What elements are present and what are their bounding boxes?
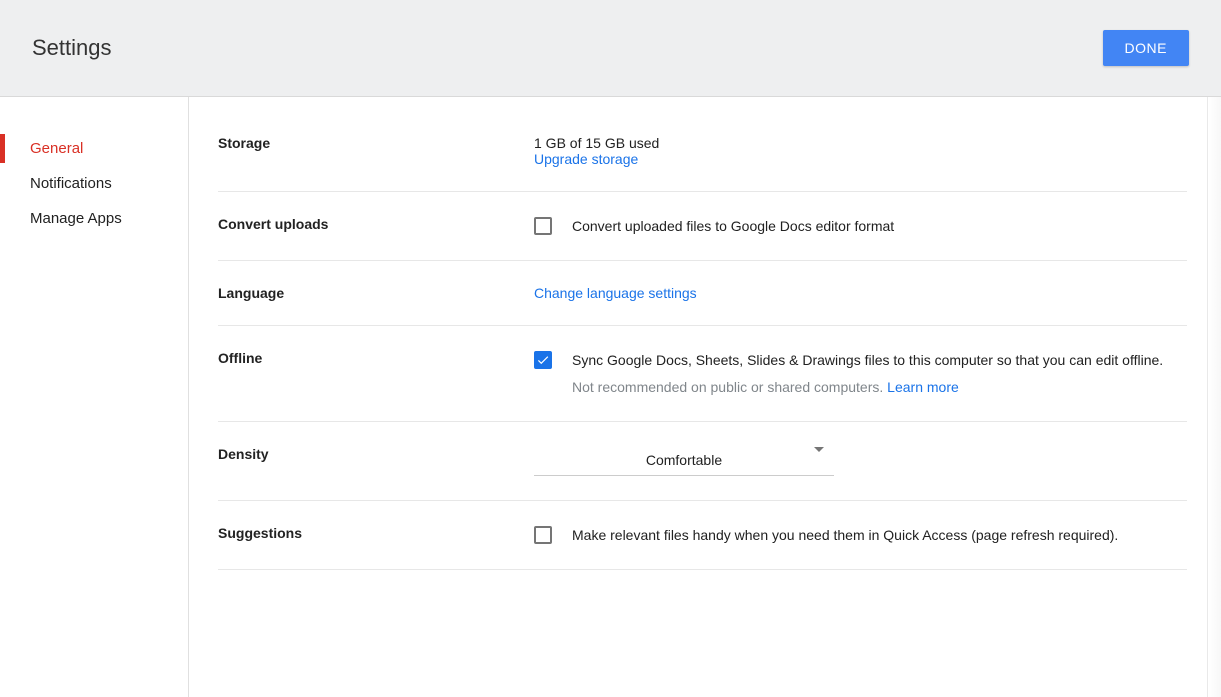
offline-sync-text: Sync Google Docs, Sheets, Slides & Drawi… bbox=[572, 350, 1187, 370]
suggestions-checkbox[interactable] bbox=[534, 526, 552, 544]
page-title: Settings bbox=[32, 35, 112, 61]
sidebar-item-label: General bbox=[30, 140, 83, 157]
sidebar-item-label: Manage Apps bbox=[30, 210, 122, 227]
section-content: 1 GB of 15 GB used Upgrade storage bbox=[534, 135, 1187, 167]
section-density: Density Comfortable bbox=[218, 422, 1187, 501]
section-suggestions: Suggestions Make relevant files handy wh… bbox=[218, 501, 1187, 570]
sidebar-item-manage-apps[interactable]: Manage Apps bbox=[0, 201, 188, 236]
body: General Notifications Manage Apps Storag… bbox=[0, 97, 1221, 697]
section-content: Sync Google Docs, Sheets, Slides & Drawi… bbox=[534, 350, 1187, 397]
section-label: Language bbox=[218, 285, 534, 301]
main-content: Storage 1 GB of 15 GB used Upgrade stora… bbox=[189, 97, 1221, 697]
offline-learn-more-link[interactable]: Learn more bbox=[887, 379, 959, 395]
section-content: Change language settings bbox=[534, 285, 1187, 301]
section-convert-uploads: Convert uploads Convert uploaded files t… bbox=[218, 192, 1187, 261]
section-label: Convert uploads bbox=[218, 216, 534, 236]
offline-sync-checkbox[interactable] bbox=[534, 351, 552, 369]
sidebar-item-general[interactable]: General bbox=[0, 131, 188, 166]
section-label: Storage bbox=[218, 135, 534, 167]
section-label: Offline bbox=[218, 350, 534, 397]
chevron-down-icon bbox=[814, 452, 824, 468]
offline-subtle-text: Not recommended on public or shared comp… bbox=[572, 379, 887, 395]
header: Settings DONE bbox=[0, 0, 1221, 97]
done-button[interactable]: DONE bbox=[1103, 30, 1189, 66]
section-language: Language Change language settings bbox=[218, 261, 1187, 326]
suggestions-text: Make relevant files handy when you need … bbox=[572, 525, 1187, 545]
section-offline: Offline Sync Google Docs, Sheets, Slides… bbox=[218, 326, 1187, 422]
section-content: Comfortable bbox=[534, 446, 1187, 476]
density-select[interactable]: Comfortable bbox=[534, 446, 834, 476]
storage-usage-text: 1 GB of 15 GB used bbox=[534, 135, 1187, 151]
scrollbar[interactable] bbox=[1207, 97, 1221, 697]
change-language-link[interactable]: Change language settings bbox=[534, 285, 697, 301]
section-label: Density bbox=[218, 446, 534, 476]
upgrade-storage-link[interactable]: Upgrade storage bbox=[534, 151, 638, 167]
density-select-value: Comfortable bbox=[534, 452, 834, 468]
convert-uploads-checkbox[interactable] bbox=[534, 217, 552, 235]
section-content: Convert uploaded files to Google Docs ed… bbox=[534, 216, 1187, 236]
convert-uploads-text: Convert uploaded files to Google Docs ed… bbox=[572, 216, 1187, 236]
section-storage: Storage 1 GB of 15 GB used Upgrade stora… bbox=[218, 127, 1187, 192]
sidebar: General Notifications Manage Apps bbox=[0, 97, 189, 697]
sidebar-item-label: Notifications bbox=[30, 175, 112, 192]
sidebar-item-notifications[interactable]: Notifications bbox=[0, 166, 188, 201]
section-label: Suggestions bbox=[218, 525, 534, 545]
section-content: Make relevant files handy when you need … bbox=[534, 525, 1187, 545]
